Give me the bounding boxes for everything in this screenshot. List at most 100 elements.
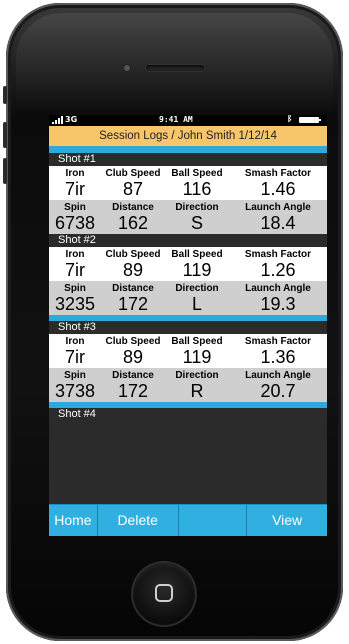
shot-row-primary: Iron 7ir Club Speed 89 Ball Speed 119 Smash… <box>49 334 327 368</box>
launch-angle-label: Launch Angle <box>245 202 311 213</box>
direction-value: S <box>190 213 203 233</box>
shot-title: Shot #4 <box>49 408 327 421</box>
distance-value: 162 <box>117 213 149 233</box>
smash-factor-label: Smash Factor <box>244 168 312 179</box>
status-time: 9:41 AM <box>159 115 193 124</box>
launch-angle-value: 18.4 <box>260 213 296 233</box>
spin-label: Spin <box>64 283 86 294</box>
toolbar-empty-button[interactable] <box>179 505 248 536</box>
distance-cell: Distance 172 <box>101 368 165 402</box>
club-speed-label: Club Speed <box>105 249 161 260</box>
bottom-toolbar: Home Delete View <box>49 504 327 536</box>
ball-speed-value: 119 <box>182 260 212 280</box>
shot-row-secondary: Spin 3235 Distance 172 Direction L Launch A… <box>49 281 327 315</box>
launch-angle-value: 19.3 <box>260 294 296 314</box>
smash-factor-cell: Smash Factor 1.36 <box>229 334 327 368</box>
shot-title: Shot #3 <box>49 321 327 334</box>
spin-label: Spin <box>64 370 86 381</box>
shot-row-secondary: Spin 3738 Distance 172 Direction R Launch A… <box>49 368 327 402</box>
distance-label: Distance <box>112 202 154 213</box>
spin-value: 3235 <box>54 294 96 314</box>
club-speed-value: 87 <box>122 179 144 199</box>
smash-factor-label: Smash Factor <box>244 249 312 260</box>
direction-label: Direction <box>175 370 219 381</box>
distance-label: Distance <box>112 283 154 294</box>
shot-card-2[interactable]: Shot #2 Iron 7ir Club Speed 89 Ball Speed 1… <box>49 234 327 315</box>
direction-cell: Direction R <box>165 368 229 402</box>
distance-value: 172 <box>117 294 149 314</box>
direction-value: L <box>191 294 202 314</box>
iron-label: Iron <box>65 168 85 179</box>
iron-value: 7ir <box>64 179 85 199</box>
launch-angle-cell: Launch Angle 19.3 <box>229 281 327 315</box>
shot-title: Shot #2 <box>49 234 327 247</box>
smash-factor-cell: Smash Factor 1.46 <box>229 166 327 200</box>
spin-value: 3738 <box>54 381 96 401</box>
ball-speed-label: Ball Speed <box>171 336 223 347</box>
direction-label: Direction <box>175 283 219 294</box>
front-camera <box>124 65 130 71</box>
earpiece-speaker <box>146 65 204 71</box>
ball-speed-cell: Ball Speed 119 <box>165 247 229 281</box>
battery-icon <box>299 117 321 123</box>
direction-cell: Direction S <box>165 200 229 234</box>
iron-value: 7ir <box>64 260 85 280</box>
spin-value: 6738 <box>54 213 96 233</box>
phone-frame: 3G 9:41 AM ᛒ Session Logs / John Smith 1… <box>6 3 343 641</box>
ball-speed-value: 119 <box>182 347 212 367</box>
bluetooth-icon: ᛒ <box>287 115 293 124</box>
ball-speed-label: Ball Speed <box>171 168 223 179</box>
iron-label: Iron <box>65 336 85 347</box>
smash-factor-value: 1.36 <box>260 347 296 367</box>
launch-angle-label: Launch Angle <box>245 370 311 381</box>
direction-cell: Direction L <box>165 281 229 315</box>
smash-factor-label: Smash Factor <box>244 336 312 347</box>
spin-cell: Spin 3235 <box>49 281 101 315</box>
hardware-home-button[interactable] <box>133 563 195 625</box>
launch-angle-value: 20.7 <box>260 381 296 401</box>
launch-angle-cell: Launch Angle 18.4 <box>229 200 327 234</box>
shot-card-3[interactable]: Shot #3 Iron 7ir Club Speed 89 Ball Speed 1… <box>49 321 327 402</box>
distance-value: 172 <box>117 381 149 401</box>
status-bar: 3G 9:41 AM ᛒ <box>49 115 327 126</box>
ball-speed-label: Ball Speed <box>171 249 223 260</box>
club-speed-value: 89 <box>122 347 144 367</box>
shot-card-1[interactable]: Shot #1 Iron 7ir Club Speed 87 Ball Speed 1… <box>49 153 327 234</box>
volume-up-button <box>3 122 7 148</box>
shot-card-4[interactable]: Shot #4 <box>49 408 327 421</box>
delete-button[interactable]: Delete <box>98 505 179 536</box>
carrier-label: 3G <box>65 115 78 124</box>
direction-label: Direction <box>175 202 219 213</box>
shot-row-primary: Iron 7ir Club Speed 87 Ball Speed 116 Smash… <box>49 166 327 200</box>
distance-cell: Distance 172 <box>101 281 165 315</box>
shot-title: Shot #1 <box>49 153 327 166</box>
iron-cell: Iron 7ir <box>49 166 101 200</box>
club-speed-cell: Club Speed 87 <box>101 166 165 200</box>
smash-factor-cell: Smash Factor 1.26 <box>229 247 327 281</box>
ball-speed-cell: Ball Speed 119 <box>165 334 229 368</box>
accent-strip <box>49 146 327 153</box>
phone-gloss <box>16 13 333 113</box>
spin-label: Spin <box>64 202 86 213</box>
iron-cell: Iron 7ir <box>49 334 101 368</box>
volume-down-button <box>3 158 7 184</box>
home-button[interactable]: Home <box>49 505 98 536</box>
home-square-icon <box>155 584 173 602</box>
club-speed-label: Club Speed <box>105 168 161 179</box>
ball-speed-cell: Ball Speed 116 <box>165 166 229 200</box>
club-speed-cell: Club Speed 89 <box>101 334 165 368</box>
ball-speed-value: 116 <box>182 179 212 199</box>
shot-row-primary: Iron 7ir Club Speed 89 Ball Speed 119 Smash… <box>49 247 327 281</box>
view-button[interactable]: View <box>247 505 327 536</box>
direction-value: R <box>190 381 204 401</box>
smash-factor-value: 1.26 <box>260 260 296 280</box>
smash-factor-value: 1.46 <box>260 179 296 199</box>
mute-switch <box>3 86 7 104</box>
shot-row-secondary: Spin 6738 Distance 162 Direction S Launch A… <box>49 200 327 234</box>
session-title: Session Logs / John Smith 1/12/14 <box>49 126 327 146</box>
iron-cell: Iron 7ir <box>49 247 101 281</box>
app-screen: 3G 9:41 AM ᛒ Session Logs / John Smith 1… <box>49 115 327 536</box>
club-speed-cell: Club Speed 89 <box>101 247 165 281</box>
spin-cell: Spin 6738 <box>49 200 101 234</box>
distance-label: Distance <box>112 370 154 381</box>
